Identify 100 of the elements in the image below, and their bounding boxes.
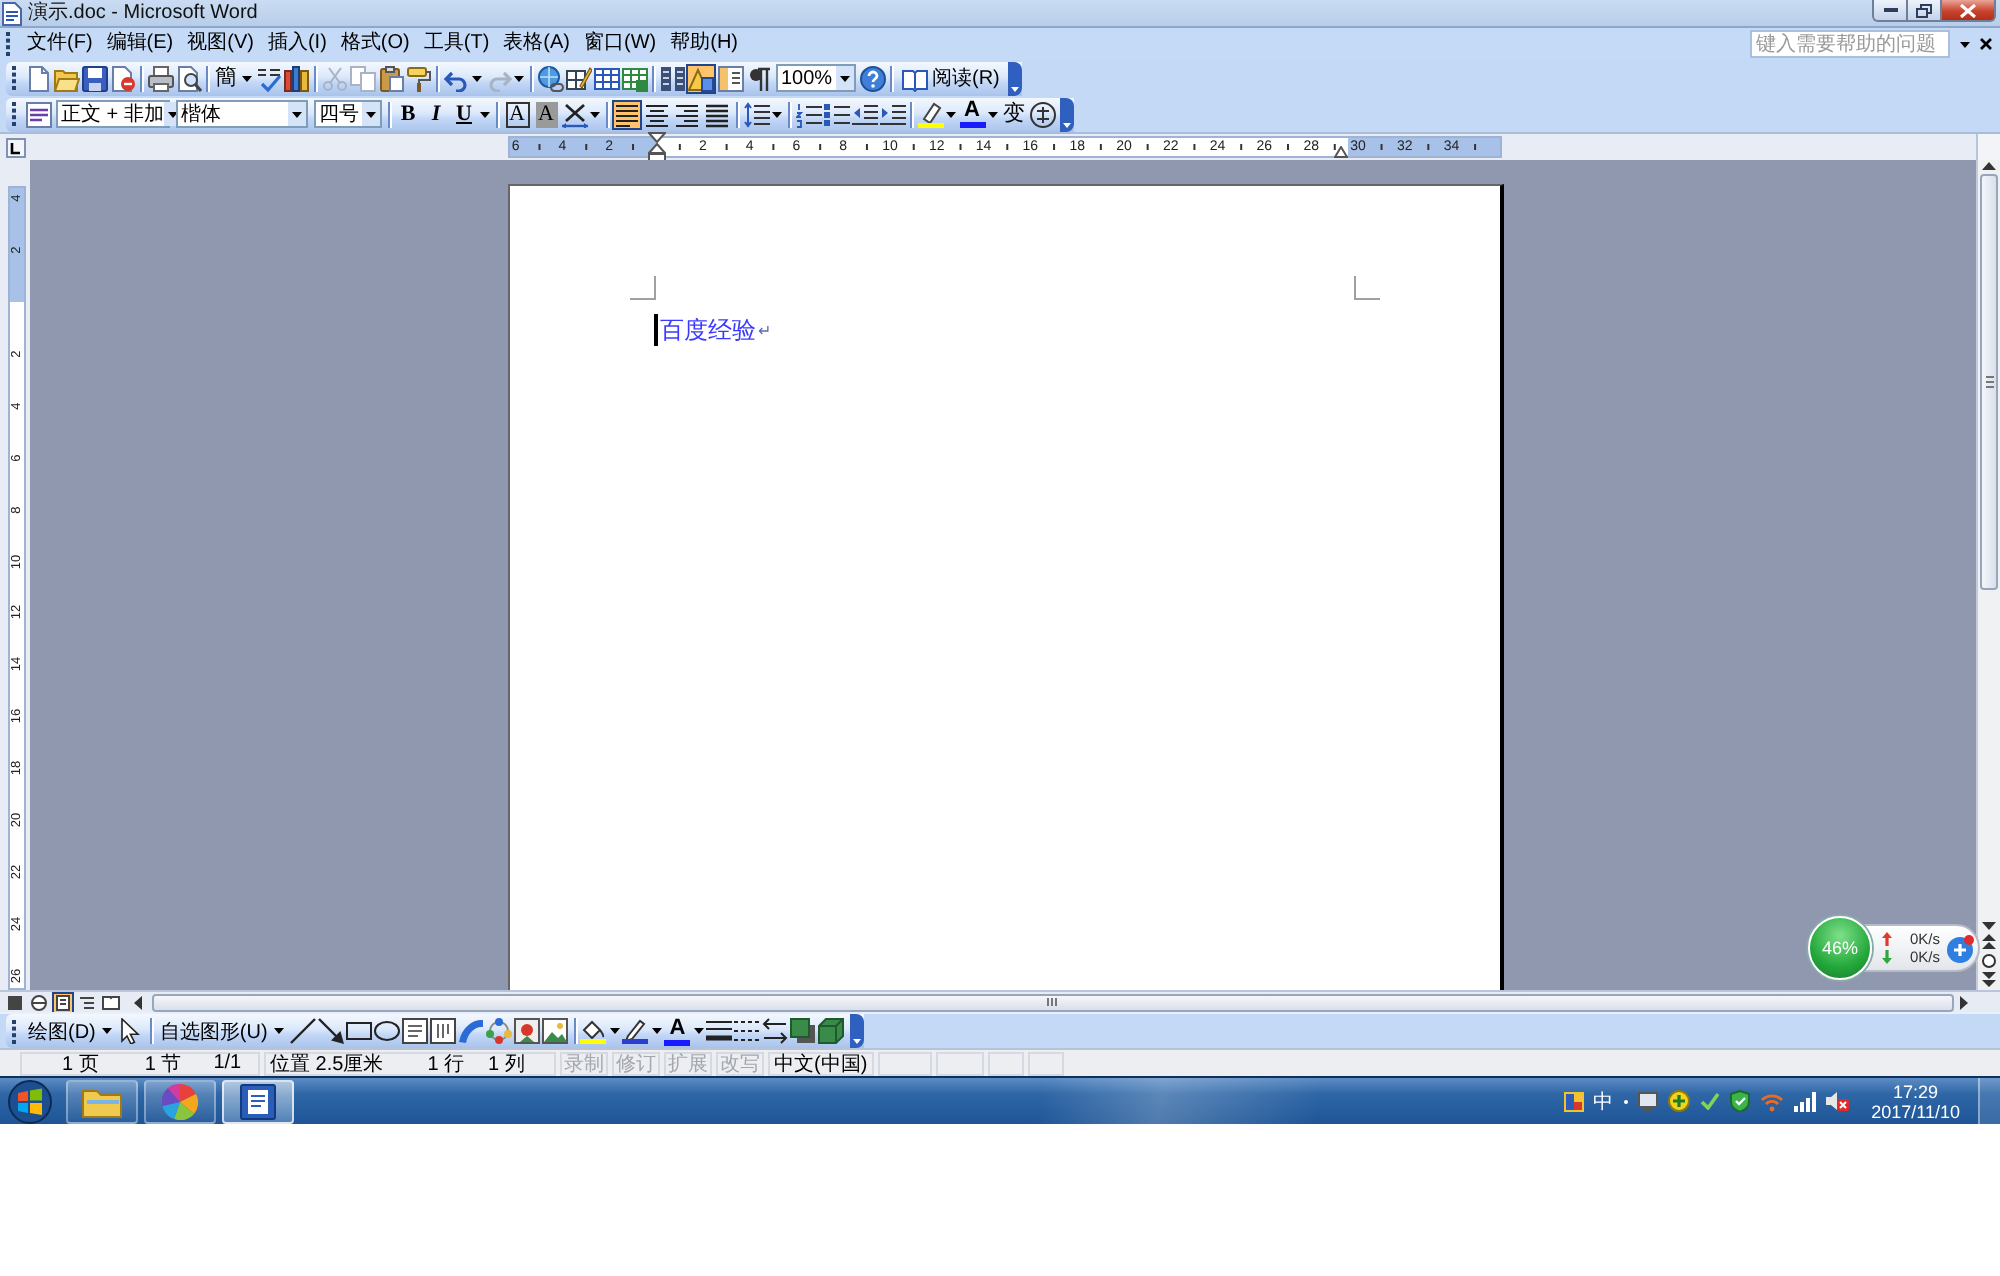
- spelling-check-icon[interactable]: [255, 65, 281, 91]
- add-icon[interactable]: [1946, 933, 1974, 963]
- font-size-dropdown[interactable]: 四号: [313, 100, 381, 128]
- muted-speaker-icon[interactable]: [1825, 1090, 1850, 1112]
- character-border-button[interactable]: A: [505, 101, 529, 127]
- new-document-icon[interactable]: [25, 65, 51, 91]
- web-view-icon[interactable]: [28, 991, 50, 1013]
- printer-icon[interactable]: [147, 65, 173, 91]
- caret-icon[interactable]: [242, 75, 252, 81]
- close-icon[interactable]: [1980, 38, 1992, 50]
- toolbar-options-icon[interactable]: [1060, 97, 1074, 131]
- paragraph-mark-icon[interactable]: [745, 65, 771, 91]
- close-button[interactable]: [1942, 0, 1996, 22]
- draw-menu[interactable]: 绘图(D): [24, 1016, 118, 1046]
- table-grid-icon[interactable]: [593, 65, 619, 91]
- menu-item[interactable]: 文件(F): [20, 30, 100, 58]
- character-shading-button[interactable]: A: [535, 101, 557, 127]
- help-icon[interactable]: [859, 65, 885, 91]
- grip-icon[interactable]: [12, 1019, 18, 1043]
- horizontal-scroll-thumb[interactable]: [152, 993, 1954, 1011]
- clipboard-icon[interactable]: [377, 65, 403, 91]
- toolbar-options-icon[interactable]: [849, 1014, 864, 1048]
- menu-item[interactable]: 表格(A): [496, 30, 577, 58]
- scroll-up-arrow-icon[interactable]: [1982, 162, 1996, 170]
- circled-character-icon[interactable]: [1029, 101, 1055, 127]
- distribute-icon[interactable]: [702, 99, 732, 129]
- line-icon[interactable]: [290, 1018, 317, 1044]
- save-icon[interactable]: [81, 65, 107, 91]
- scroll-down-arrow-icon[interactable]: [1982, 922, 1996, 930]
- caret-icon[interactable]: [472, 75, 482, 81]
- menu-item[interactable]: 窗口(W): [577, 30, 664, 58]
- rectangle-icon[interactable]: [346, 1018, 373, 1044]
- scroll-right-arrow-icon[interactable]: [1960, 995, 1968, 1009]
- pointer-icon[interactable]: [118, 1018, 145, 1044]
- 3d-shape-icon[interactable]: [818, 1018, 845, 1044]
- books-icon[interactable]: [283, 65, 309, 91]
- arrow-style-icon[interactable]: [762, 1018, 789, 1044]
- bold-button[interactable]: B: [395, 101, 421, 127]
- underline-button[interactable]: U: [451, 101, 477, 127]
- italic-button[interactable]: I: [423, 101, 449, 127]
- restore-icon[interactable]: [1916, 3, 1932, 17]
- outline-view-icon[interactable]: [76, 991, 98, 1013]
- picture-icon[interactable]: [542, 1018, 569, 1044]
- paintbrush-icon[interactable]: [405, 65, 431, 91]
- caret-icon[interactable]: [101, 1028, 112, 1034]
- align-right-icon[interactable]: [672, 99, 702, 129]
- menu-item[interactable]: 插入(I): [260, 30, 334, 58]
- caret-icon[interactable]: [361, 102, 379, 126]
- numbered-list-icon[interactable]: [795, 101, 821, 127]
- caret-icon[interactable]: [273, 1028, 284, 1034]
- menu-item[interactable]: 视图(V): [180, 30, 261, 58]
- scroll-left-arrow-icon[interactable]: [134, 995, 142, 1009]
- grip-icon[interactable]: [12, 102, 18, 126]
- shield-icon[interactable]: [1729, 1090, 1750, 1112]
- caret-icon[interactable]: [835, 66, 853, 90]
- caret-icon[interactable]: [988, 111, 998, 117]
- align-center-icon[interactable]: [642, 99, 672, 129]
- clock-date[interactable]: 2017/11/10: [1871, 1101, 1960, 1121]
- grip-icon[interactable]: [6, 32, 12, 56]
- diagram-icon[interactable]: [486, 1018, 513, 1044]
- document-map-icon[interactable]: [717, 65, 743, 91]
- clip-art-icon[interactable]: [514, 1018, 541, 1044]
- oval-icon[interactable]: [374, 1018, 401, 1044]
- normal-view-icon[interactable]: [4, 991, 26, 1013]
- dash-style-icon[interactable]: [734, 1018, 761, 1044]
- caret-icon[interactable]: [946, 111, 956, 117]
- restore-button[interactable]: [1908, 0, 1942, 22]
- print-preview-icon[interactable]: [175, 65, 201, 91]
- increase-indent-icon[interactable]: [879, 101, 905, 127]
- convert-button[interactable]: 簡: [213, 65, 239, 91]
- book-icon[interactable]: [901, 65, 927, 91]
- caret-icon[interactable]: [609, 1028, 620, 1034]
- menu-item[interactable]: 帮助(H): [663, 30, 745, 58]
- permission-icon[interactable]: [109, 65, 135, 91]
- toolbar-options-icon[interactable]: [1007, 61, 1022, 95]
- fill-bucket-icon[interactable]: [580, 1018, 607, 1044]
- shadow-icon[interactable]: [790, 1018, 817, 1044]
- start-orb-icon[interactable]: [8, 1079, 52, 1123]
- caret-icon[interactable]: [480, 111, 490, 117]
- globe-link-icon[interactable]: [537, 65, 563, 91]
- add-circle-icon[interactable]: [1667, 1090, 1690, 1112]
- character-scale-icon[interactable]: [561, 101, 587, 127]
- menu-item[interactable]: 工具(T): [416, 30, 497, 58]
- read-button[interactable]: 阅读(R): [896, 63, 1004, 93]
- phonetic-guide-button[interactable]: 变: [1001, 101, 1027, 127]
- taskbar-button[interactable]: [222, 1079, 294, 1123]
- curved-shape-icon[interactable]: [458, 1018, 485, 1044]
- signal-bars-icon[interactable]: [1793, 1091, 1816, 1111]
- minimize-icon[interactable]: [1883, 8, 1897, 12]
- highlighter-icon[interactable]: [917, 101, 943, 127]
- pen-icon[interactable]: [622, 1018, 649, 1044]
- caret-icon[interactable]: [693, 1028, 704, 1034]
- font-dropdown[interactable]: 楷体: [175, 100, 307, 128]
- vertical-text-box-icon[interactable]: [430, 1018, 457, 1044]
- align-justify-icon[interactable]: [612, 99, 642, 129]
- bulleted-list-icon[interactable]: [823, 101, 849, 127]
- autoshapes-menu[interactable]: 自选图形(U): [155, 1016, 290, 1046]
- grip-icon[interactable]: [12, 66, 18, 90]
- line-style-icon[interactable]: [706, 1018, 733, 1044]
- clock-time[interactable]: 17:29: [1893, 1081, 1939, 1101]
